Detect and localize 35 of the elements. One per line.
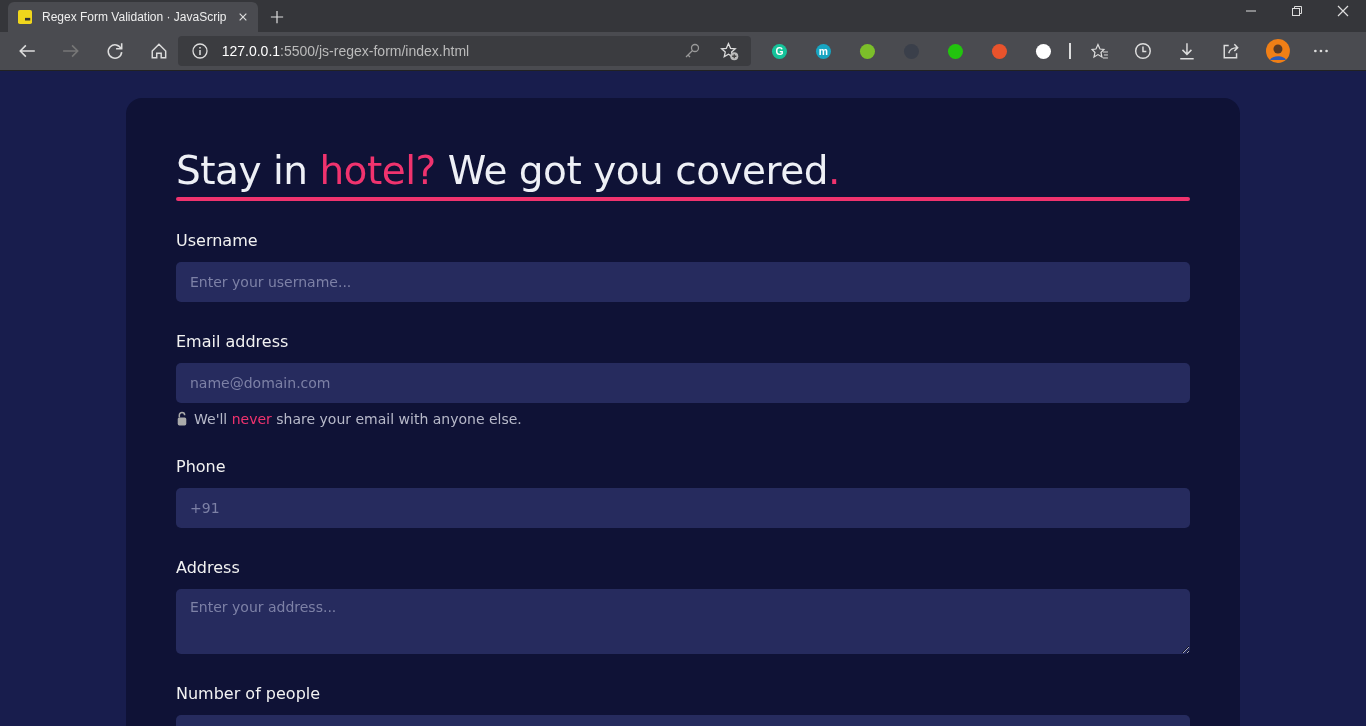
history-icon[interactable] (1134, 42, 1153, 60)
back-icon[interactable] (18, 42, 36, 60)
key-icon[interactable] (684, 43, 701, 59)
field-label: Phone (176, 456, 227, 476)
new-tab-icon[interactable] (270, 10, 284, 24)
text-area[interactable]: Enter your address... (176, 588, 1190, 654)
close-icon[interactable] (1337, 5, 1349, 17)
tab-title: Regex Form Validation · JavaScrip (42, 10, 228, 24)
js-icon (18, 10, 32, 24)
url-text: 127.0.0.1:5500/js-regex-form/index.html (221, 43, 470, 59)
info-icon (191, 43, 208, 59)
address-bar[interactable]: 127.0.0.1:5500/js-regex-form/index.html (177, 36, 752, 66)
browser-tab[interactable]: Regex Form Validation · JavaScrip (8, 2, 258, 32)
add-favorite-icon[interactable] (720, 41, 740, 61)
input-field[interactable]: Enter your username... (176, 261, 1190, 302)
field-label: Number of people (176, 683, 322, 703)
field-label: Username (176, 230, 259, 250)
profile-avatar[interactable] (1266, 39, 1291, 63)
reload-icon[interactable] (105, 42, 124, 60)
field-label: Email address (176, 331, 290, 351)
close-icon[interactable] (238, 12, 248, 22)
input-field[interactable]: +91 (176, 487, 1190, 528)
extension-icon[interactable] (946, 42, 964, 60)
input-field[interactable]: name@domain.com (176, 362, 1190, 403)
form-heading: Stay in hotel? We got you covered. (176, 148, 841, 195)
extension-icon[interactable] (1034, 42, 1052, 60)
extension-icon[interactable] (858, 42, 876, 60)
favorites-icon[interactable] (1090, 42, 1109, 60)
restore-icon[interactable] (1291, 5, 1303, 17)
lock-icon (176, 411, 188, 427)
share-icon[interactable] (1222, 42, 1241, 60)
download-icon[interactable] (1178, 42, 1197, 60)
hint-text: We'll never share your email with anyone else. (194, 410, 522, 427)
field-label: Address (176, 557, 241, 577)
home-icon[interactable] (149, 42, 168, 60)
